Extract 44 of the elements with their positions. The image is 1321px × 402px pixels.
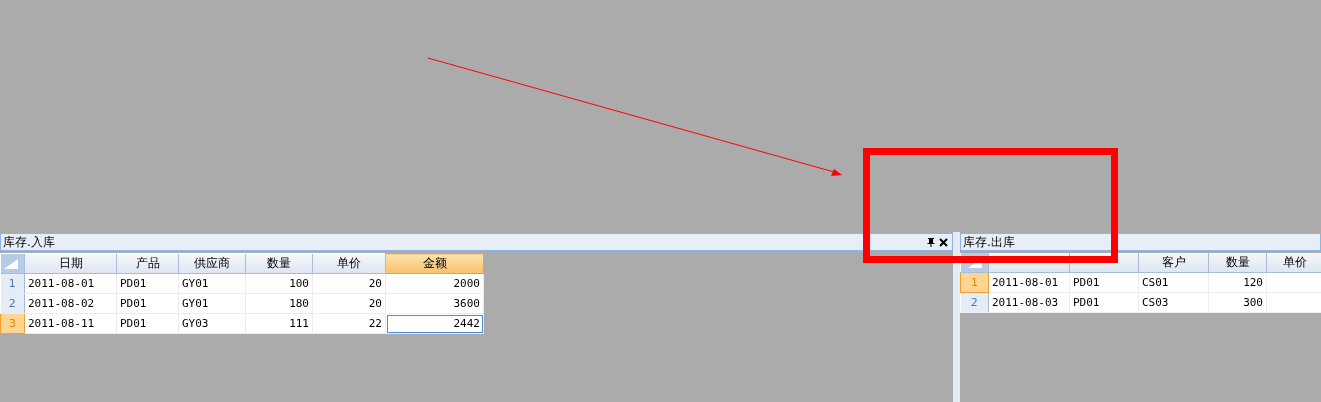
table-cell: 2442 — [385, 313, 484, 334]
table-cell: PD01 — [1069, 272, 1139, 293]
column-header[interactable]: 供应商 — [178, 253, 246, 274]
row-header[interactable]: 2 — [0, 293, 25, 314]
table-cell: GY03 — [178, 313, 246, 334]
table-cell: 2011-08-02 — [24, 293, 117, 314]
column-header[interactable]: 数量 — [245, 253, 313, 274]
column-header[interactable]: 单价 — [312, 253, 386, 274]
column-header[interactable]: 金额 — [385, 253, 484, 274]
table-cell: 3600 — [385, 293, 484, 314]
table-cell: PD01 — [1069, 292, 1139, 313]
table-cell: 22 — [312, 313, 386, 334]
table-cell: 20 — [312, 293, 386, 314]
table-cell: 111 — [245, 313, 313, 334]
close-icon[interactable] — [937, 235, 950, 249]
table-cell: GY01 — [178, 293, 246, 314]
column-header[interactable]: 日期 — [24, 253, 117, 274]
table-cell: 300 — [1208, 292, 1267, 313]
table-cell: 2011-08-03 — [988, 292, 1070, 313]
column-header[interactable]: 数量 — [1208, 253, 1267, 273]
table-cell: 100 — [245, 273, 313, 294]
select-all-corner[interactable] — [0, 253, 25, 274]
row-header[interactable]: 2 — [960, 292, 989, 313]
table-cell: 120 — [1208, 272, 1267, 293]
table-cell: 2011-08-01 — [988, 272, 1070, 293]
row-header[interactable]: 1 — [0, 273, 25, 294]
table-cell: 180 — [245, 293, 313, 314]
table-cell: PD01 — [116, 293, 179, 314]
table-cell: CS01 — [1138, 272, 1209, 293]
table-cell: PD01 — [116, 313, 179, 334]
column-header[interactable]: 产品 — [116, 253, 179, 274]
table-cell: 2011-08-11 — [24, 313, 117, 334]
pin-icon[interactable] — [925, 235, 937, 249]
column-header[interactable]: 单价 — [1266, 253, 1321, 273]
corner-triangle-icon — [4, 259, 18, 269]
table-cell: GY01 — [178, 273, 246, 294]
table-cell: PD01 — [116, 273, 179, 294]
table-cell: CS03 — [1138, 292, 1209, 313]
panel-title: 库存.入库 — [3, 233, 56, 251]
table-cell: 2011-08-01 — [24, 273, 117, 294]
table-cell: 20 — [312, 273, 386, 294]
panel-title: 库存.出库 — [963, 233, 1016, 251]
column-header[interactable]: 客户 — [1138, 253, 1209, 273]
table-cell: 2000 — [385, 273, 484, 294]
